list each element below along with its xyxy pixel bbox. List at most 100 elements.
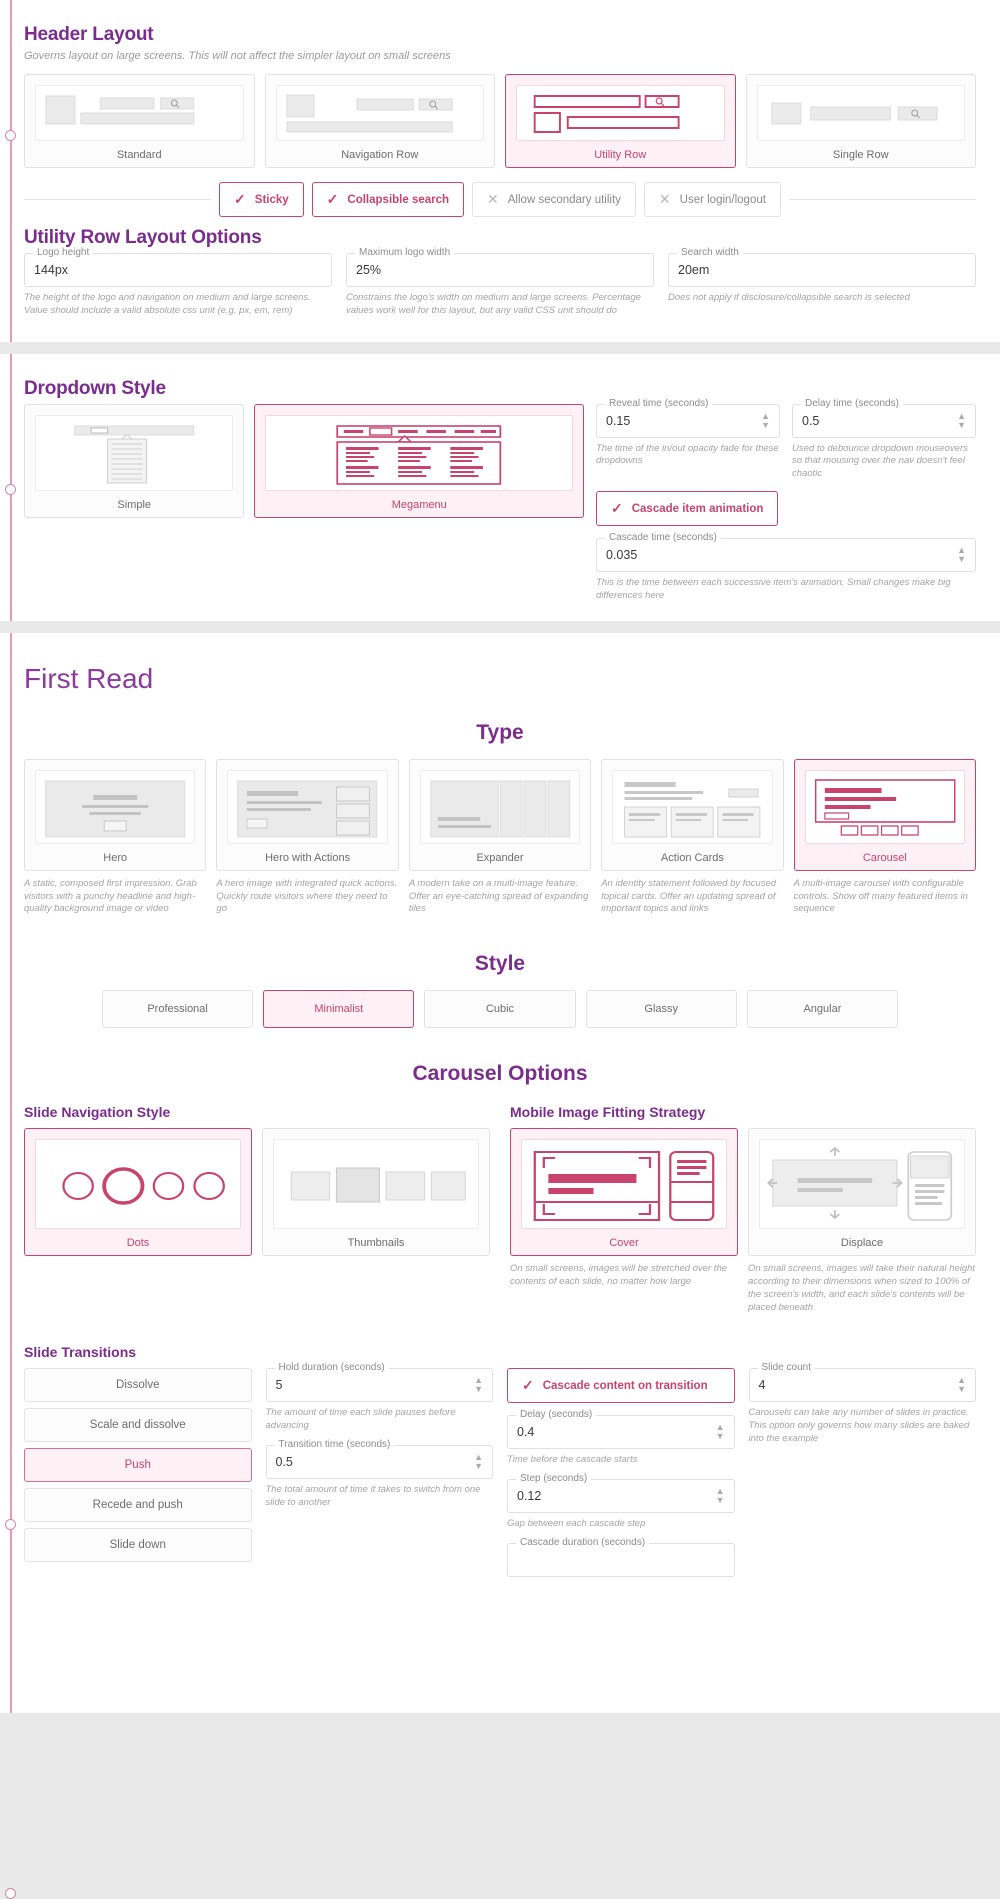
- first-read-style-label: Minimalist: [314, 1003, 364, 1016]
- check-icon: ✓: [611, 500, 623, 517]
- close-icon: ✕: [487, 191, 499, 207]
- hold-duration-input[interactable]: Hold duration (seconds) 5 ▲ ▼: [265, 1362, 493, 1403]
- displace-wireframe: [759, 1139, 965, 1230]
- header-layout-panel: Header Layout Governs layout on large sc…: [0, 0, 1000, 342]
- toggle-cascade-item-animation[interactable]: ✓ Cascade item animation: [596, 491, 779, 527]
- rail-handle[interactable]: [5, 1887, 16, 1899]
- field-legend: Delay (seconds): [516, 1409, 597, 1421]
- mobile-fit-option-displace[interactable]: Displace: [748, 1128, 976, 1257]
- first-read-type-description: A modern take on a multi-image feature. …: [408, 877, 589, 915]
- slide-transition-scale-and-dissolve[interactable]: Scale and dissolve: [24, 1408, 252, 1443]
- cascade-delay-input[interactable]: Delay (seconds) 0.4 ▲ ▼: [507, 1409, 735, 1450]
- utility-row-wireframe: [516, 85, 725, 141]
- carousel-wireframe: [804, 769, 966, 844]
- first-read-style-professional[interactable]: Professional: [102, 990, 254, 1029]
- field-value: 5: [275, 1378, 283, 1393]
- toggle-user-login-logout[interactable]: ✕ User login/logout: [643, 182, 781, 217]
- simple-wireframe: [35, 414, 234, 491]
- header-layout-toggles: ✓ Sticky ✓ Collapsible search ✕ Allow se…: [24, 182, 976, 217]
- field-description: Constrains the logo's width on medium an…: [346, 292, 641, 316]
- first-read-type-carousel[interactable]: Carousel: [793, 758, 977, 871]
- mobile-fit-option-cover[interactable]: Cover: [510, 1128, 738, 1257]
- dropdown-style-option-simple[interactable]: Simple: [24, 403, 245, 518]
- field-hold-duration: Hold duration (seconds) 5 ▲ ▼ The amount …: [265, 1362, 493, 1433]
- cascade-time-input[interactable]: Cascade time (seconds) 0.035 ▲ ▼: [596, 532, 976, 573]
- transition-time-input[interactable]: Transition time (seconds) 0.5 ▲ ▼: [265, 1439, 493, 1479]
- toggle-allow-secondary-utility[interactable]: ✕ Allow secondary utility: [472, 182, 636, 217]
- slide-transition-slide-down[interactable]: Slide down: [24, 1528, 252, 1563]
- stepper-icon[interactable]: ▲ ▼: [716, 1487, 725, 1505]
- cascade-step-input[interactable]: Step (seconds) 0.12 ▲ ▼: [507, 1473, 735, 1514]
- maximum-logo-width-input[interactable]: Maximum logo width 25%: [346, 247, 654, 287]
- toggle-label: Collapsible search: [347, 193, 450, 206]
- slide-nav-option-dots[interactable]: Dots: [24, 1128, 252, 1257]
- header-layout-option-standard[interactable]: Standard: [24, 74, 255, 168]
- first-read-type-hero-with-actions[interactable]: Hero with Actions: [216, 758, 399, 871]
- toggle-cascade-content-on-transition[interactable]: ✓ Cascade content on transition: [507, 1368, 735, 1404]
- stepper-icon[interactable]: ▲ ▼: [957, 546, 966, 564]
- rail-handle[interactable]: [5, 1518, 16, 1530]
- toggle-collapsible-search[interactable]: ✓ Collapsible search: [311, 182, 465, 217]
- page-title: Header Layout: [24, 24, 154, 45]
- delay-time-input[interactable]: Delay time (seconds) 0.5 ▲ ▼: [792, 397, 976, 438]
- expander-wireframe: [419, 769, 581, 844]
- first-read-type-description: A hero image with integrated quick actio…: [216, 877, 398, 915]
- field-value: 0.035: [606, 548, 638, 563]
- stepper-icon[interactable]: ▲ ▼: [474, 1453, 483, 1471]
- field-value: 144px: [34, 263, 69, 277]
- cascade-duration-input[interactable]: Cascade duration (seconds): [507, 1537, 735, 1577]
- hero-with-actions-wireframe: [227, 769, 388, 844]
- slide-navigation-style-title: Slide Navigation Style: [24, 1104, 171, 1121]
- header-layout-description: Governs layout on large screens. This wi…: [24, 50, 451, 62]
- stepper-icon[interactable]: ▲ ▼: [474, 1376, 483, 1394]
- dropdown-style-option-label: Megamenu: [391, 498, 447, 511]
- first-read-panel: First Read Type Hero A static, composed …: [0, 632, 1000, 1899]
- standard-wireframe: [35, 85, 244, 141]
- first-read-style-label: Angular: [803, 1003, 842, 1016]
- first-read-type-hero[interactable]: Hero: [24, 758, 207, 871]
- first-read-type-description: A multi-image carousel with configurable…: [793, 877, 968, 915]
- stepper-icon[interactable]: ▲ ▼: [957, 1376, 966, 1394]
- field-legend: Transition time (seconds): [274, 1439, 395, 1450]
- field-legend: Step (seconds): [516, 1473, 592, 1485]
- first-read-style-angular[interactable]: Angular: [746, 990, 899, 1029]
- slide-transition-recede-and-push[interactable]: Recede and push: [24, 1488, 252, 1523]
- stepper-icon[interactable]: ▲ ▼: [957, 411, 966, 430]
- search-width-input[interactable]: Search width 20em: [668, 247, 976, 287]
- dropdown-style-option-megamenu[interactable]: Megamenu: [254, 403, 584, 518]
- first-read-style-minimalist[interactable]: Minimalist: [263, 990, 415, 1029]
- first-read-type-expander[interactable]: Expander: [408, 758, 592, 871]
- reveal-time-input[interactable]: Reveal time (seconds) 0.15 ▲ ▼: [596, 397, 780, 438]
- field-delay-time: Delay time (seconds) 0.5 ▲ ▼ Used to debo…: [792, 397, 976, 481]
- mobile-image-fitting-title: Mobile Image Fitting Strategy: [510, 1104, 706, 1121]
- close-icon: ✕: [658, 191, 671, 207]
- slide-nav-option-label: Thumbnails: [347, 1237, 405, 1250]
- first-read-type-label: Carousel: [862, 851, 907, 864]
- field-value: 4: [758, 1378, 766, 1393]
- slide-transition-dissolve[interactable]: Dissolve: [24, 1368, 252, 1403]
- cover-wireframe: [521, 1139, 727, 1230]
- stepper-icon[interactable]: ▲ ▼: [761, 411, 770, 430]
- first-read-style-cubic[interactable]: Cubic: [424, 990, 576, 1029]
- field-description: This is the time between each successive…: [596, 577, 951, 601]
- section-gap: [0, 620, 1000, 633]
- header-layout-option-utility-row[interactable]: Utility Row: [505, 74, 736, 168]
- navigation-row-wireframe: [275, 85, 484, 141]
- field-description: The height of the logo and navigation on…: [24, 292, 311, 316]
- slide-count-input[interactable]: Slide count 4 ▲ ▼: [748, 1362, 976, 1403]
- slide-transition-push[interactable]: Push: [24, 1448, 252, 1483]
- toggle-sticky[interactable]: ✓ Sticky: [219, 182, 304, 217]
- first-read-style-glassy[interactable]: Glassy: [585, 990, 737, 1029]
- rail-handle[interactable]: [5, 130, 16, 141]
- logo-height-input[interactable]: Logo height 144px: [24, 247, 332, 287]
- rail-handle[interactable]: [5, 483, 16, 495]
- divider: [788, 199, 976, 200]
- field-description: The total amount of time it takes to swi…: [265, 1484, 481, 1508]
- slide-transitions-list: Dissolve Scale and dissolve Push Recede …: [24, 1368, 252, 1563]
- stepper-icon[interactable]: ▲ ▼: [716, 1423, 725, 1441]
- field-legend: Search width: [677, 247, 743, 258]
- header-layout-option-single-row[interactable]: Single Row: [745, 74, 976, 168]
- header-layout-option-navigation-row[interactable]: Navigation Row: [264, 74, 495, 168]
- slide-nav-option-thumbnails[interactable]: Thumbnails: [262, 1128, 490, 1257]
- first-read-type-action-cards[interactable]: Action Cards: [601, 758, 784, 871]
